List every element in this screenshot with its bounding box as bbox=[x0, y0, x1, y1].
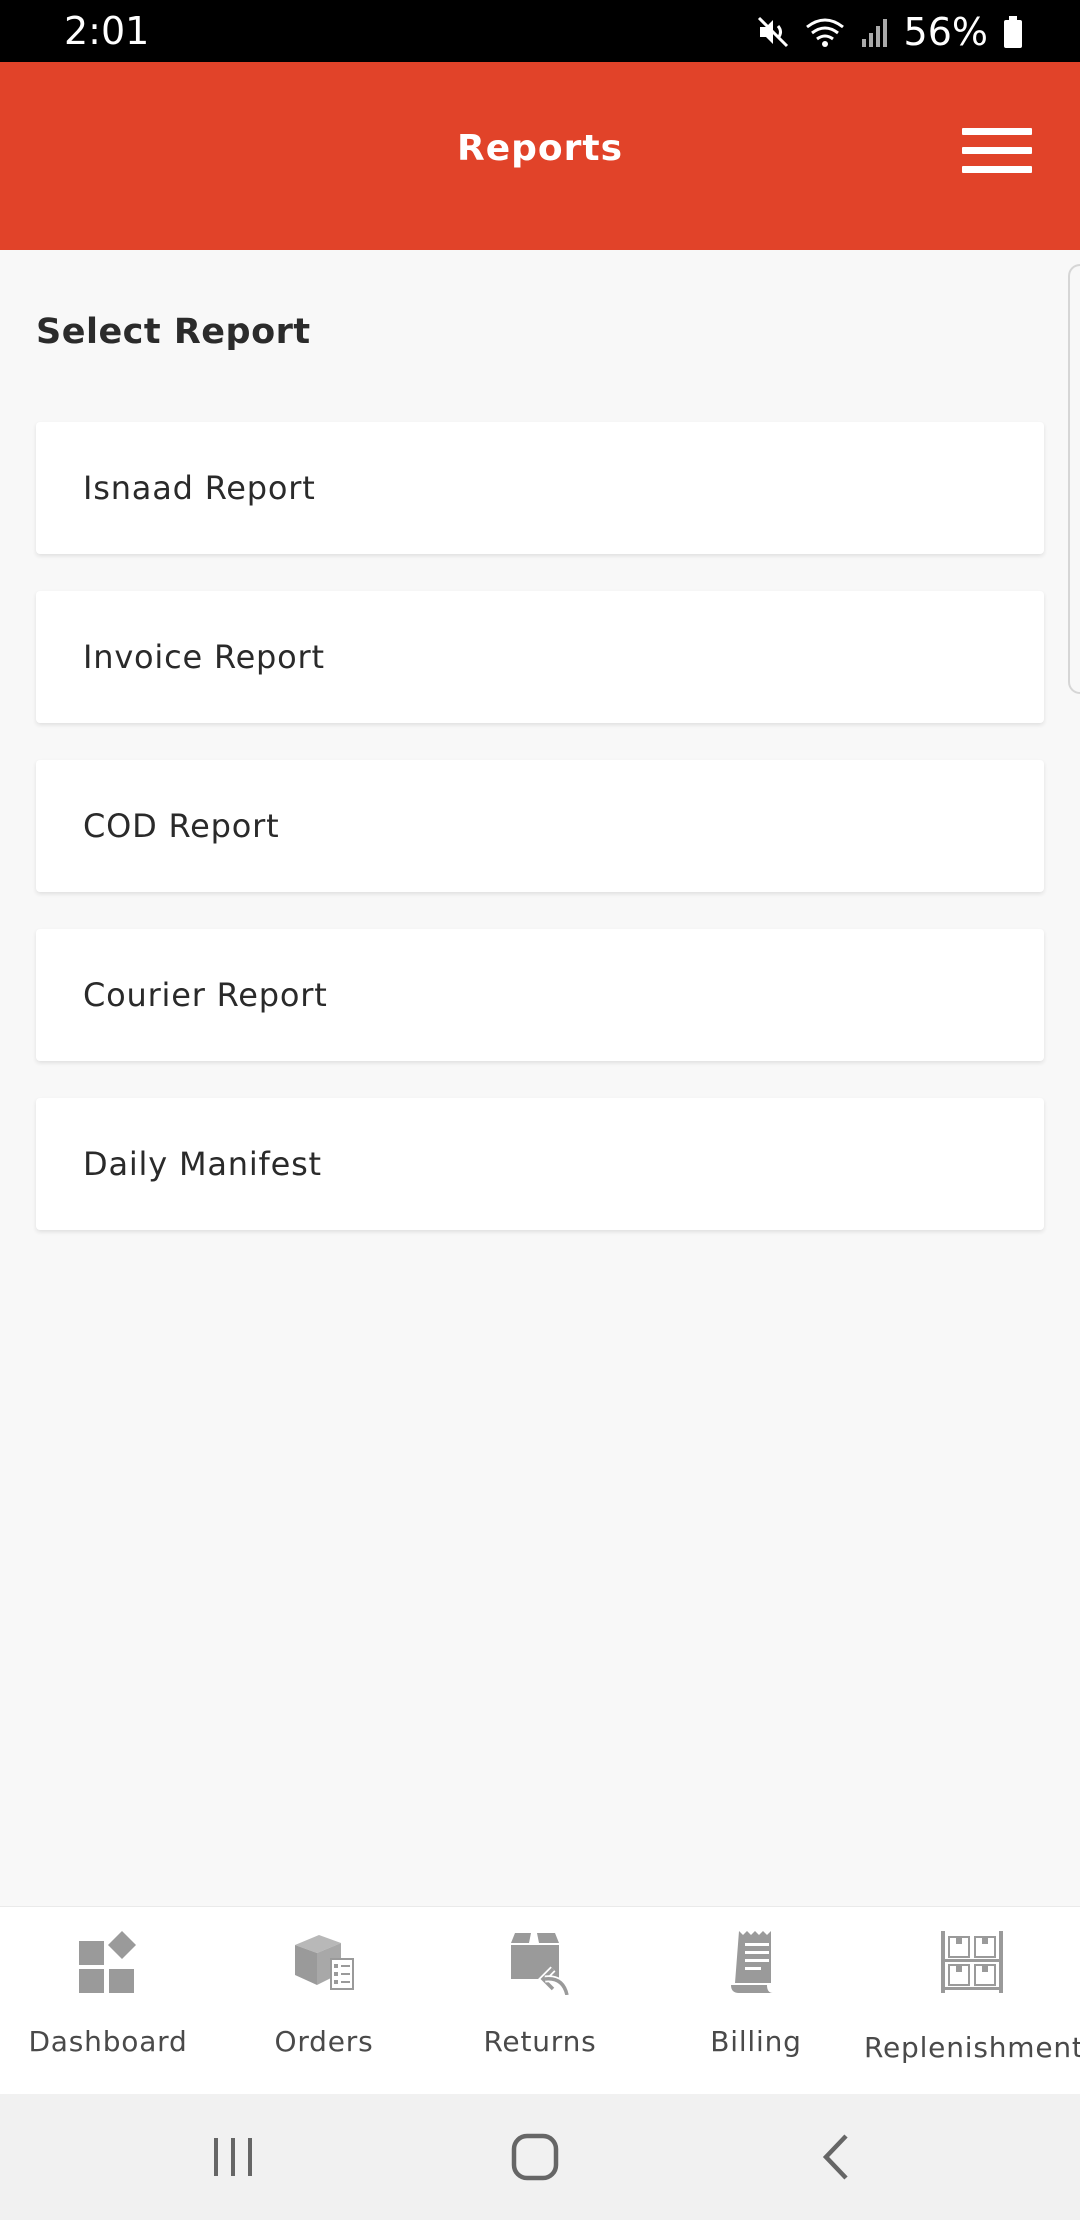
returns-icon bbox=[511, 1933, 571, 1995]
nav-label-returns: Returns bbox=[483, 2025, 597, 2058]
page-title: Reports bbox=[456, 128, 624, 169]
report-item-invoice[interactable]: Invoice Report bbox=[36, 591, 1044, 723]
report-item-isnaad[interactable]: Isnaad Report bbox=[36, 422, 1044, 554]
nav-item-replenishment[interactable]: Replenishment bbox=[864, 1907, 1080, 2094]
hamburger-icon-bar bbox=[962, 128, 1032, 135]
battery-percent: 56% bbox=[903, 10, 988, 54]
orders-icon bbox=[295, 1935, 354, 1990]
dashboard-icon bbox=[79, 1931, 136, 1993]
nav-item-returns[interactable]: Returns bbox=[432, 1907, 648, 2094]
home-icon[interactable] bbox=[502, 2124, 568, 2190]
nav-item-orders[interactable]: Orders bbox=[216, 1907, 432, 2094]
hamburger-icon-bar bbox=[962, 166, 1032, 173]
main-content: Select Report Isnaad Report Invoice Repo… bbox=[0, 250, 1080, 1906]
hamburger-icon-bar bbox=[962, 147, 1032, 154]
nav-label-billing: Billing bbox=[710, 2025, 802, 2058]
report-list: Isnaad Report Invoice Report COD Report … bbox=[36, 422, 1044, 1267]
nav-label-dashboard: Dashboard bbox=[28, 2025, 188, 2058]
report-item-daily-manifest[interactable]: Daily Manifest bbox=[36, 1098, 1044, 1230]
section-title: Select Report bbox=[36, 312, 311, 352]
status-time: 2:01 bbox=[64, 9, 150, 53]
back-icon[interactable] bbox=[804, 2124, 870, 2190]
status-bar: 2:01 56% bbox=[0, 0, 1080, 62]
replenishment-icon bbox=[941, 1931, 1003, 1993]
recent-apps-icon[interactable] bbox=[200, 2124, 266, 2190]
billing-icon bbox=[731, 1931, 773, 1993]
report-item-courier[interactable]: Courier Report bbox=[36, 929, 1044, 1061]
report-item-cod[interactable]: COD Report bbox=[36, 760, 1044, 892]
nav-label-replenishment: Replenishment bbox=[864, 2031, 1080, 2064]
menu-button[interactable] bbox=[962, 128, 1032, 176]
app-bar: Reports bbox=[0, 62, 1080, 250]
nav-label-orders: Orders bbox=[274, 2025, 374, 2058]
edge-panel-handle[interactable] bbox=[1068, 264, 1080, 694]
wifi-icon bbox=[805, 18, 844, 47]
signal-icon bbox=[861, 19, 887, 47]
nav-item-billing[interactable]: Billing bbox=[648, 1907, 864, 2094]
status-icons: 56% bbox=[756, 10, 1024, 54]
battery-icon bbox=[1004, 16, 1022, 48]
nav-item-dashboard[interactable]: Dashboard bbox=[0, 1907, 216, 2094]
system-nav-bar bbox=[0, 2094, 1080, 2220]
mute-icon bbox=[757, 16, 788, 48]
bottom-nav: Dashboard Orders Returns Billing Repleni… bbox=[0, 1906, 1080, 2094]
